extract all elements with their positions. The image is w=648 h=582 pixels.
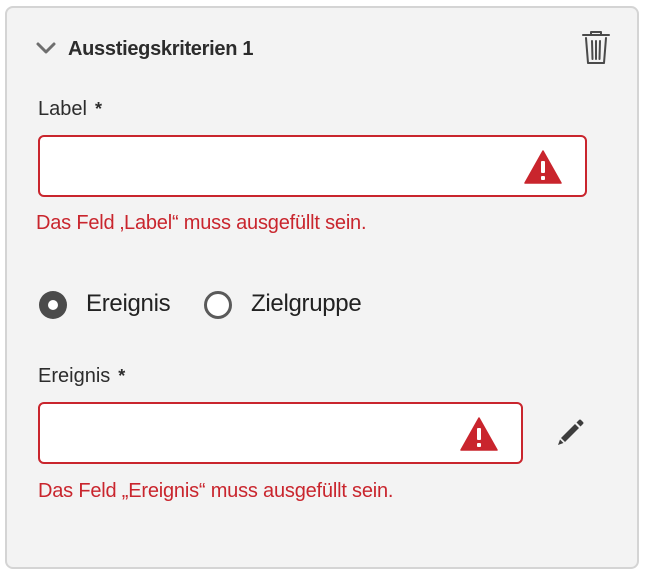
radio-selected-icon: [39, 291, 67, 319]
pencil-icon[interactable]: [555, 416, 587, 448]
label-input-wrapper: [38, 135, 587, 197]
section-header: Ausstiegskriterien 1: [7, 8, 637, 88]
chevron-down-icon[interactable]: [35, 38, 57, 58]
section-title: Ausstiegskriterien 1: [68, 38, 254, 60]
event-error-message: Das Feld „Ereignis“ muss ausgefüllt sein…: [38, 480, 394, 502]
radio-event[interactable]: Ereignis: [38, 288, 178, 322]
label-input[interactable]: [52, 137, 512, 195]
radio-audience-label: Zielgruppe: [251, 290, 362, 317]
event-field-label-text: Ereignis: [38, 365, 111, 387]
radio-audience[interactable]: Zielgruppe: [203, 288, 383, 322]
required-marker: *: [94, 99, 102, 119]
alert-icon: [460, 417, 498, 451]
alert-icon: [524, 150, 562, 184]
event-field-label: Ereignis *: [38, 365, 125, 388]
radio-event-label: Ereignis: [86, 290, 171, 317]
label-field-label: Label *: [38, 98, 102, 121]
event-input[interactable]: [52, 404, 452, 462]
label-field-label-text: Label: [38, 98, 87, 120]
event-input-wrapper: [38, 402, 523, 464]
trash-icon[interactable]: [581, 30, 611, 66]
exit-criteria-panel: Ausstiegskriterien 1 Label * Das Feld ‚La…: [5, 6, 639, 569]
required-marker: *: [118, 366, 126, 386]
radio-unselected-icon: [204, 291, 232, 319]
label-error-message: Das Feld ‚Label“ muss ausgefüllt sein.: [36, 212, 367, 234]
